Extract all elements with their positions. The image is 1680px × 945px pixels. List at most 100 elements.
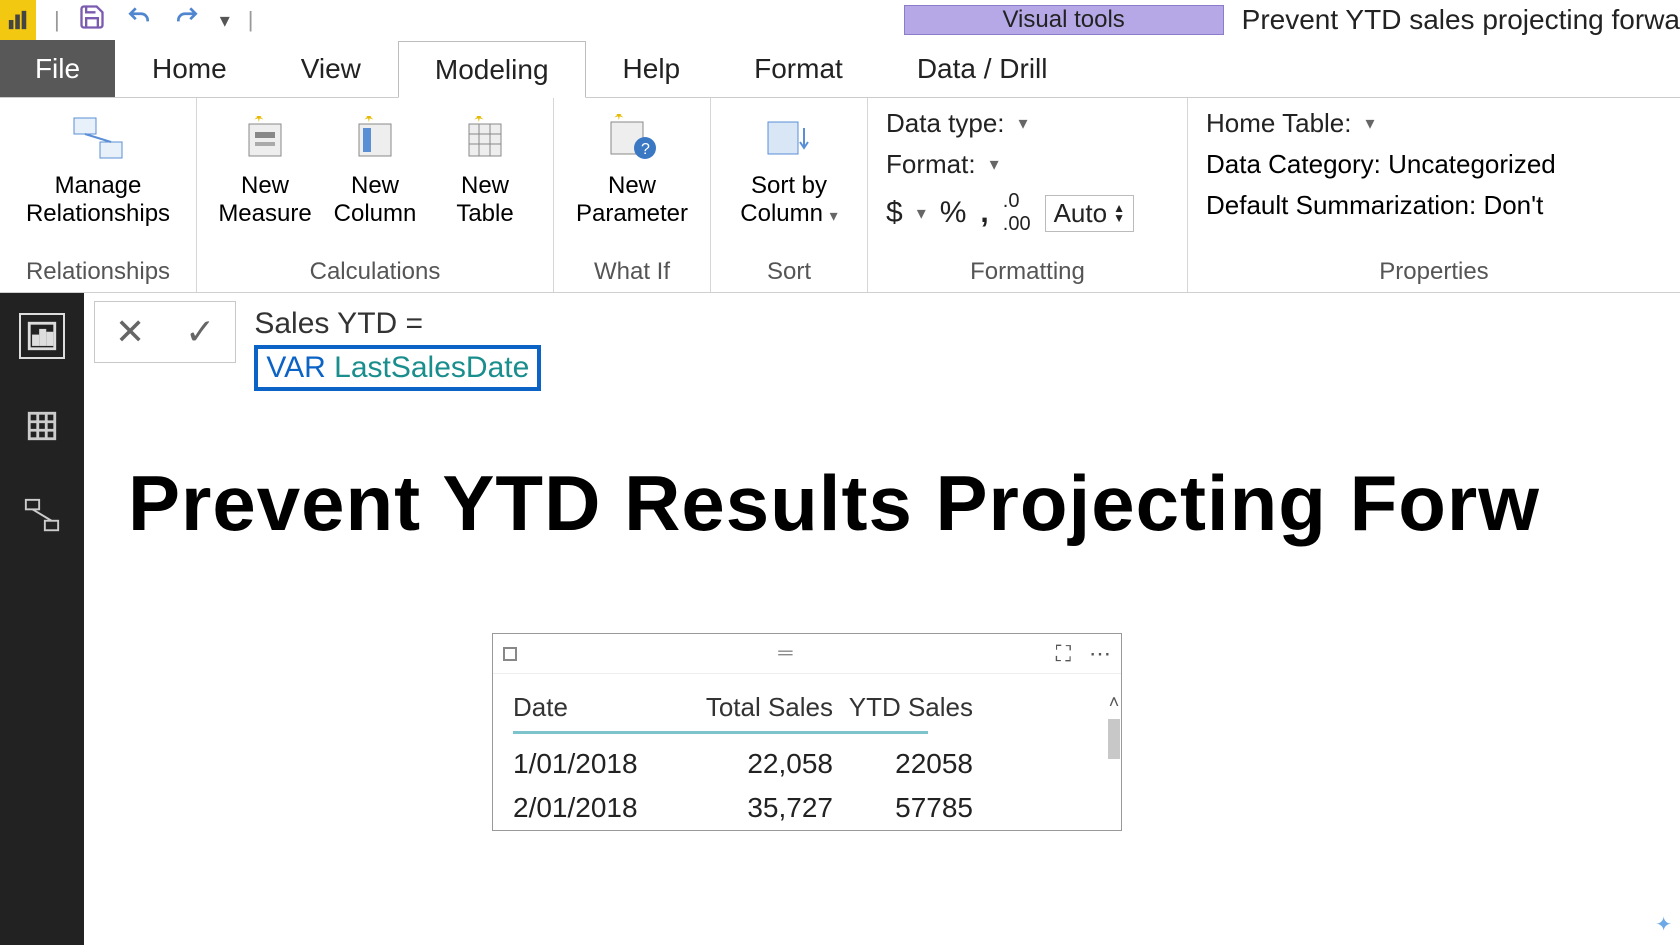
- contextual-tab-visual-tools[interactable]: Visual tools: [904, 5, 1224, 35]
- manage-relationships-button[interactable]: Manage Relationships: [18, 104, 178, 227]
- decimals-button[interactable]: .0.00: [1003, 190, 1031, 236]
- tab-view[interactable]: View: [264, 40, 398, 97]
- group-calculations: ✶ New Measure ✶ New Column ✶ New Table C…: [197, 98, 554, 292]
- tab-help[interactable]: Help: [586, 40, 718, 97]
- label: Sort by Column ▾: [740, 172, 837, 227]
- window-title: Prevent YTD sales projecting forwa: [1224, 4, 1680, 36]
- workspace: ✕ ✓ Sales YTD = VAR LastSalesDate Preven…: [0, 293, 1680, 945]
- table-row: 2/01/2018 35,727 57785: [513, 786, 1101, 830]
- dropdown-icon: ▾: [990, 154, 999, 175]
- col-header-ytd-sales[interactable]: YTD Sales: [833, 692, 973, 723]
- table-icon: ✶: [463, 110, 507, 166]
- save-icon[interactable]: [78, 3, 106, 38]
- new-parameter-button[interactable]: ?✶ New Parameter: [572, 104, 692, 227]
- quick-access-toolbar: | ▾ |: [0, 0, 253, 40]
- group-label: Properties: [1379, 256, 1488, 290]
- formula-input[interactable]: Sales YTD = VAR LastSalesDate: [244, 301, 551, 397]
- tab-modeling[interactable]: Modeling: [398, 41, 586, 98]
- table-row: 1/01/2018 22,058 22058: [513, 742, 1101, 786]
- app-logo-icon: [0, 0, 36, 40]
- table-body: 1/01/2018 22,058 22058 2/01/2018 35,727 …: [513, 742, 1101, 830]
- scroll-thumb[interactable]: [1108, 719, 1120, 759]
- tab-file[interactable]: File: [0, 40, 115, 97]
- new-measure-button[interactable]: ✶ New Measure: [215, 104, 315, 227]
- qat-dropdown-icon[interactable]: ▾: [220, 8, 230, 33]
- dropdown-icon: ▾: [1019, 113, 1028, 134]
- undo-icon[interactable]: [124, 4, 154, 37]
- group-label: Relationships: [26, 256, 170, 290]
- scroll-up-icon[interactable]: ˄: [1109, 692, 1120, 713]
- model-view-icon[interactable]: [19, 493, 65, 539]
- svg-text:✶: ✶: [363, 116, 375, 125]
- separator: |: [54, 7, 60, 33]
- resize-corner-icon[interactable]: [503, 647, 517, 661]
- relationships-icon: [70, 110, 126, 166]
- drag-grip-icon[interactable]: ═: [778, 642, 794, 665]
- default-summarization-row[interactable]: Default Summarization: Don't: [1206, 190, 1556, 221]
- table-header-row: Date Total Sales YTD Sales: [513, 692, 1101, 731]
- sort-by-column-button[interactable]: Sort by Column ▾: [729, 104, 849, 227]
- group-properties: Home Table:▾ Data Category: Uncategorize…: [1188, 98, 1680, 292]
- col-header-date[interactable]: Date: [513, 692, 683, 723]
- ribbon-tabs: File Home View Modeling Help Format Data…: [0, 40, 1680, 98]
- table-visual[interactable]: ═ ⛶ ⋯ Date Total Sales YTD Sales 1/01/20…: [492, 633, 1122, 831]
- formula-line-1: Sales YTD =: [254, 307, 541, 341]
- focus-mode-icon[interactable]: ⛶: [1056, 641, 1071, 667]
- label: New Measure: [218, 172, 311, 227]
- column-icon: ✶: [353, 110, 397, 166]
- commit-formula-icon[interactable]: ✓: [185, 311, 215, 353]
- home-table-row[interactable]: Home Table:▾: [1206, 108, 1556, 139]
- formula-highlight: VAR LastSalesDate: [254, 345, 541, 391]
- cancel-formula-icon[interactable]: ✕: [115, 311, 145, 353]
- group-sort: Sort by Column ▾ Sort: [711, 98, 868, 292]
- svg-text:?: ?: [641, 141, 650, 158]
- table-content: Date Total Sales YTD Sales 1/01/2018 22,…: [493, 674, 1121, 830]
- tab-format[interactable]: Format: [717, 40, 880, 97]
- dropdown-icon: ▾: [1366, 113, 1375, 134]
- tab-home[interactable]: Home: [115, 40, 264, 97]
- col-header-total-sales[interactable]: Total Sales: [683, 692, 833, 723]
- svg-text:✶: ✶: [613, 114, 625, 123]
- data-category-row[interactable]: Data Category: Uncategorized: [1206, 149, 1556, 180]
- comma-button[interactable]: ,: [980, 196, 988, 230]
- group-label: Calculations: [310, 256, 441, 290]
- label: New Parameter: [576, 172, 688, 227]
- tab-data-drill[interactable]: Data / Drill: [880, 40, 1085, 97]
- group-label: Sort: [767, 256, 811, 290]
- data-type-row[interactable]: Data type:▾: [886, 108, 1134, 139]
- header-underline: [513, 731, 928, 734]
- visual-header: ═ ⛶ ⋯: [493, 634, 1121, 674]
- ribbon: Manage Relationships Relationships ✶ New…: [0, 98, 1680, 293]
- format-row[interactable]: Format:▾: [886, 149, 1134, 180]
- data-view-icon[interactable]: [19, 403, 65, 449]
- redo-icon[interactable]: [172, 4, 202, 37]
- percent-button[interactable]: %: [940, 196, 967, 230]
- group-label: Formatting: [970, 256, 1085, 290]
- decimal-places-spinner[interactable]: Auto ▲▼: [1045, 195, 1134, 232]
- parameter-icon: ?✶: [607, 110, 657, 166]
- report-page-title: Prevent YTD Results Projecting Forw: [128, 458, 1540, 549]
- label: New Table: [456, 172, 513, 227]
- label: New Column: [334, 172, 417, 227]
- title-bar: | ▾ | Visual tools Prevent YTD sales pro…: [0, 0, 1680, 40]
- formula-buttons: ✕ ✓: [94, 301, 236, 363]
- scrollbar[interactable]: ˄: [1103, 692, 1125, 830]
- group-label: What If: [594, 256, 670, 290]
- separator: |: [248, 7, 254, 33]
- formula-bar: ✕ ✓ Sales YTD = VAR LastSalesDate: [94, 301, 551, 397]
- new-column-button[interactable]: ✶ New Column: [325, 104, 425, 227]
- group-relationships: Manage Relationships Relationships: [0, 98, 197, 292]
- svg-text:✶: ✶: [473, 116, 485, 125]
- svg-text:✶: ✶: [253, 116, 265, 125]
- currency-button[interactable]: $: [886, 196, 903, 230]
- group-formatting: Data type:▾ Format:▾ $ ▾ % , .0.00 Auto ▲…: [868, 98, 1188, 292]
- label: Manage Relationships: [26, 172, 170, 227]
- subscribe-badge: ✦: [1655, 912, 1672, 937]
- sort-icon: [764, 110, 814, 166]
- report-view-icon[interactable]: [19, 313, 65, 359]
- report-canvas[interactable]: ✕ ✓ Sales YTD = VAR LastSalesDate Preven…: [84, 293, 1680, 945]
- more-options-icon[interactable]: ⋯: [1089, 641, 1111, 667]
- measure-icon: ✶: [243, 110, 287, 166]
- view-switcher: [0, 293, 84, 945]
- new-table-button[interactable]: ✶ New Table: [435, 104, 535, 227]
